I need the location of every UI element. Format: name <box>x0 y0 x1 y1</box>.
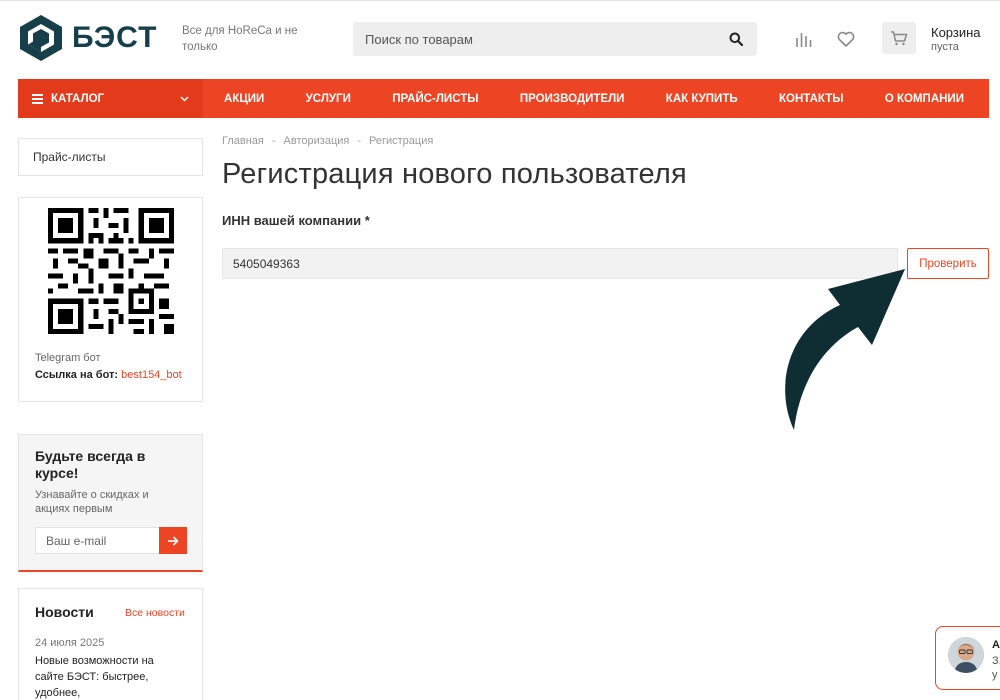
all-news-link[interactable]: Все новости <box>125 607 185 619</box>
sidebar-item-price-lists[interactable]: Прайс-листы <box>18 138 203 176</box>
nav-item-how-to-buy[interactable]: КАК КУПИТЬ <box>666 93 738 105</box>
news-date: 24 июля 2025 <box>35 637 105 649</box>
catalog-label: КАТАЛОГ <box>51 92 105 105</box>
cart-title[interactable]: Корзина <box>931 25 981 40</box>
cart-status: пуста <box>931 41 959 53</box>
sidebar-item-label: Прайс-листы <box>33 150 106 164</box>
cart-button[interactable] <box>882 22 916 54</box>
nav-item-promotions[interactable]: АКЦИИ <box>224 93 264 105</box>
tagline: Все для HoReCa и не только <box>182 25 298 53</box>
chat-message-line: З, <box>992 655 1000 667</box>
menu-icon <box>32 92 43 106</box>
nav-item-about[interactable]: О КОМПАНИИ <box>885 93 964 105</box>
email-field[interactable] <box>35 527 159 554</box>
catalog-button[interactable]: КАТАЛОГ <box>18 79 203 118</box>
favorite-icon[interactable] <box>836 29 856 49</box>
breadcrumb-authorization[interactable]: Авторизация <box>284 135 350 147</box>
breadcrumb-separator: - <box>357 135 362 147</box>
breadcrumb-home[interactable]: Главная <box>222 135 264 147</box>
telegram-bot-card: Telegram бот Ссылка на бот: best154_bot <box>18 197 203 402</box>
compare-icon[interactable] <box>794 29 814 49</box>
nav-item-price-lists[interactable]: ПРАЙС-ЛИСТЫ <box>392 93 478 105</box>
page-title: Регистрация нового пользователя <box>222 158 687 190</box>
chat-avatar[interactable] <box>948 637 984 673</box>
news-card: Новости Все новости 24 июля 2025 Новые в… <box>18 588 203 700</box>
qr-code-image <box>48 208 174 334</box>
subscribe-text: Узнавайте о скидках и акциях первым <box>35 489 149 515</box>
news-item-link[interactable]: Новые возможности на сайте БЭСТ: быстрее… <box>35 653 185 700</box>
main-nav: КАТАЛОГ АКЦИИ УСЛУГИ ПРАЙС-ЛИСТЫ ПРОИЗВО… <box>18 79 989 118</box>
top-divider <box>0 0 1000 1</box>
telegram-title: Telegram бот <box>35 352 101 364</box>
telegram-link-label: Ссылка на бот: <box>35 369 119 381</box>
logo-mark-icon <box>20 15 62 61</box>
news-title: Новости <box>35 604 94 620</box>
chevron-down-icon <box>180 95 189 102</box>
nav-item-services[interactable]: УСЛУГИ <box>306 93 351 105</box>
inn-label: ИНН вашей компании * <box>222 213 370 228</box>
subscribe-button[interactable] <box>159 527 187 554</box>
cart-icon <box>891 31 908 46</box>
nav-item-manufacturers[interactable]: ПРОИЗВОДИТЕЛИ <box>520 93 625 105</box>
logo[interactable]: БЭСТ <box>18 14 157 62</box>
chat-message-line: у <box>992 669 998 681</box>
nav-item-contacts[interactable]: КОНТАКТЫ <box>779 93 843 105</box>
subscribe-title: Будьте всегда в курсе! <box>35 448 146 481</box>
search-input[interactable] <box>365 31 727 47</box>
annotation-arrow-icon <box>785 269 905 430</box>
telegram-bot-link[interactable]: best154_bot <box>121 369 182 381</box>
telegram-link-row: Ссылка на бот: best154_bot <box>35 369 182 381</box>
subscribe-card: Будьте всегда в курсе! Узнавайте о скидк… <box>18 434 203 572</box>
search-icon[interactable] <box>727 30 745 48</box>
chat-agent-name: А <box>992 639 1000 651</box>
breadcrumb-separator: - <box>271 135 276 147</box>
logo-text: БЭСТ <box>72 21 158 54</box>
arrow-right-icon <box>168 535 179 546</box>
breadcrumb: Главная - Авторизация - Регистрация <box>222 135 433 147</box>
search-bar <box>353 22 757 56</box>
breadcrumb-registration: Регистрация <box>369 135 434 147</box>
chat-widget[interactable]: А З, у <box>935 626 1000 690</box>
